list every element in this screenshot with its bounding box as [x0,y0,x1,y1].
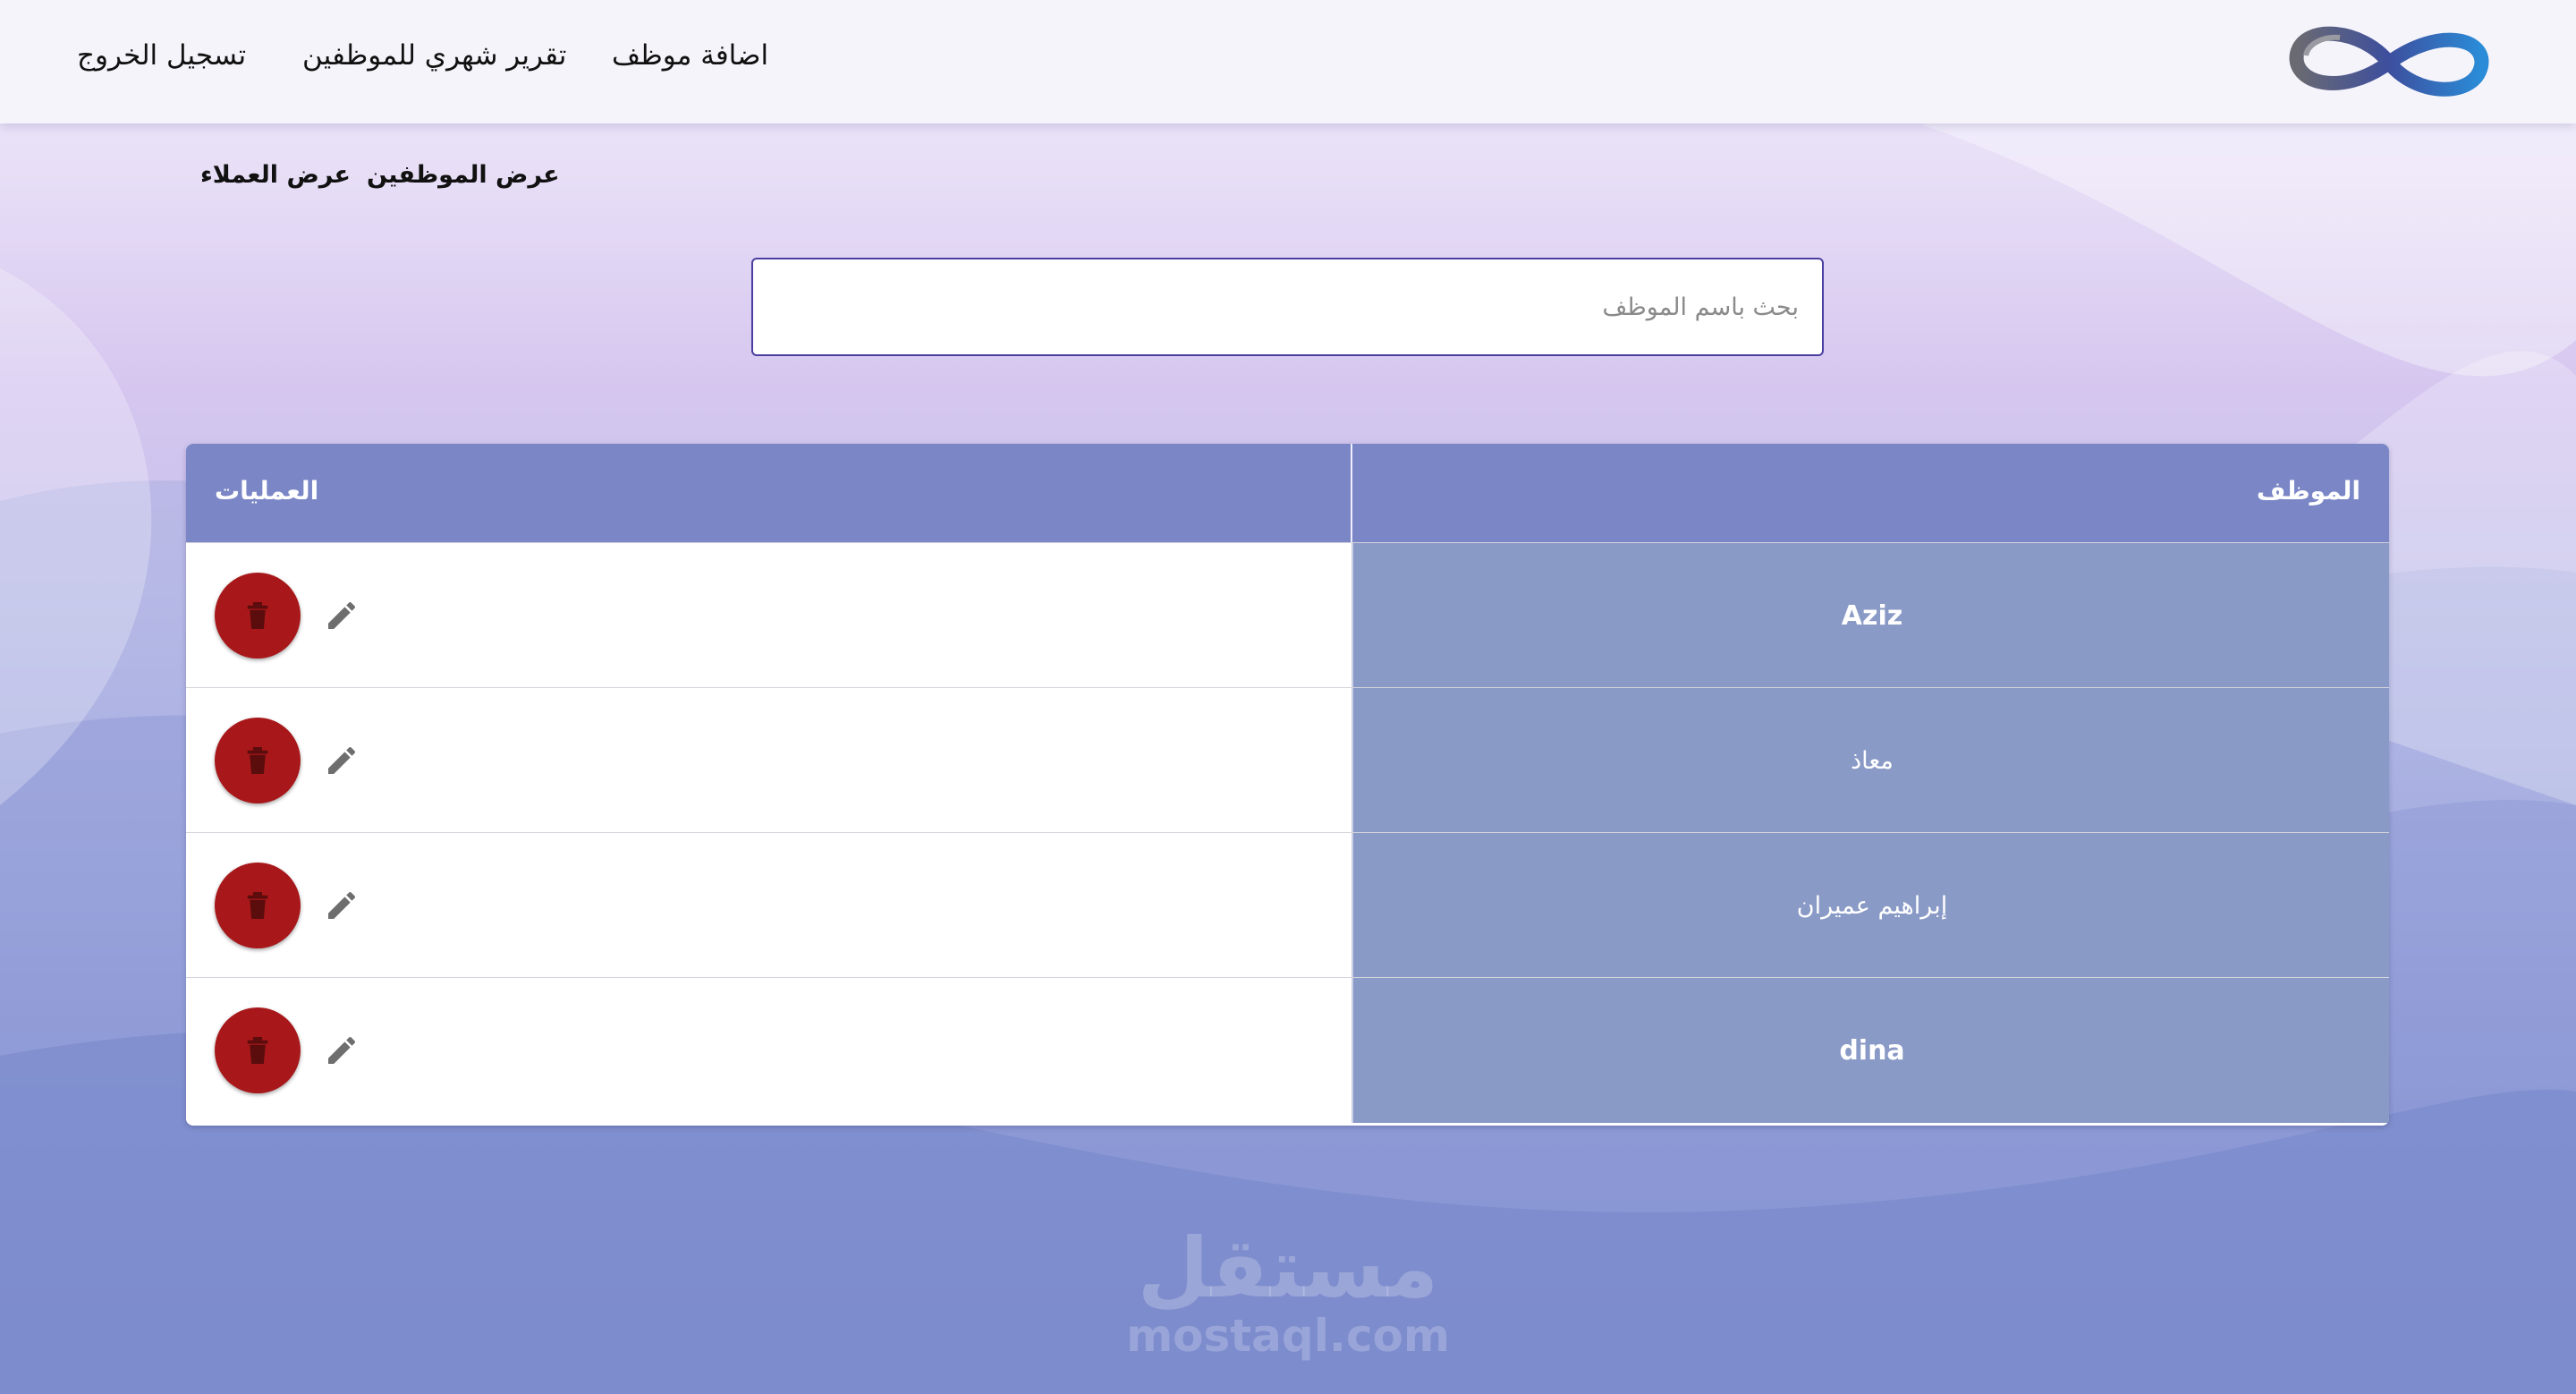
edit-button[interactable] [322,1031,361,1070]
subnav-clients[interactable]: عرض العملاء [200,161,351,189]
employee-name-cell: إبراهيم عميران [1352,833,2389,978]
table-header: العمليات الموظف [186,444,2389,542]
edit-button[interactable] [322,741,361,780]
nav-monthly-report[interactable]: تقرير شهري للموظفين [302,39,566,72]
watermark-latin: mostaql.com [1126,1310,1450,1362]
nav-logout[interactable]: تسجيل الخروج [77,39,246,72]
operations-cell [186,978,1351,1123]
subnav-employees[interactable]: عرض الموظفين [367,161,560,189]
edit-button[interactable] [322,886,361,925]
table-row: Aziz [186,542,2389,688]
employee-search-input[interactable] [751,258,1824,356]
header-employee: الموظف [2256,476,2360,506]
operations-cell [186,688,1351,833]
trash-icon [244,1034,271,1067]
watermark: مستقل mostaql.com [1118,1220,1458,1362]
delete-button[interactable] [215,573,301,659]
delete-button[interactable] [215,718,301,803]
edit-button[interactable] [322,596,361,635]
employees-table: العمليات الموظف Aziz معاذ إبراهيم عميران di… [186,444,2389,1126]
pencil-icon [324,1033,360,1068]
pencil-icon [324,888,360,923]
nav-add-employee[interactable]: اضافة موظف [612,39,768,72]
table-row: إبراهيم عميران [186,832,2389,978]
trash-icon [244,889,271,922]
delete-button[interactable] [215,863,301,948]
employee-name-cell: dina [1352,978,2389,1123]
trash-icon [244,599,271,632]
delete-button[interactable] [215,1007,301,1093]
top-navbar: اضافة موظف تقرير شهري للموظفين تسجيل الخ… [0,0,2576,123]
header-divider [1351,444,1352,542]
pencil-icon [324,743,360,778]
infinity-logo[interactable] [2286,11,2492,111]
operations-cell [186,833,1351,978]
table-row: معاذ [186,687,2389,833]
trash-icon [244,744,271,777]
header-operations: العمليات [215,476,319,506]
operations-cell [186,543,1351,688]
pencil-icon [324,598,360,633]
employee-name-cell: معاذ [1352,688,2389,833]
employee-name-cell: Aziz [1352,543,2389,688]
table-row: dina [186,977,2389,1123]
watermark-arabic: مستقل [1137,1220,1439,1316]
